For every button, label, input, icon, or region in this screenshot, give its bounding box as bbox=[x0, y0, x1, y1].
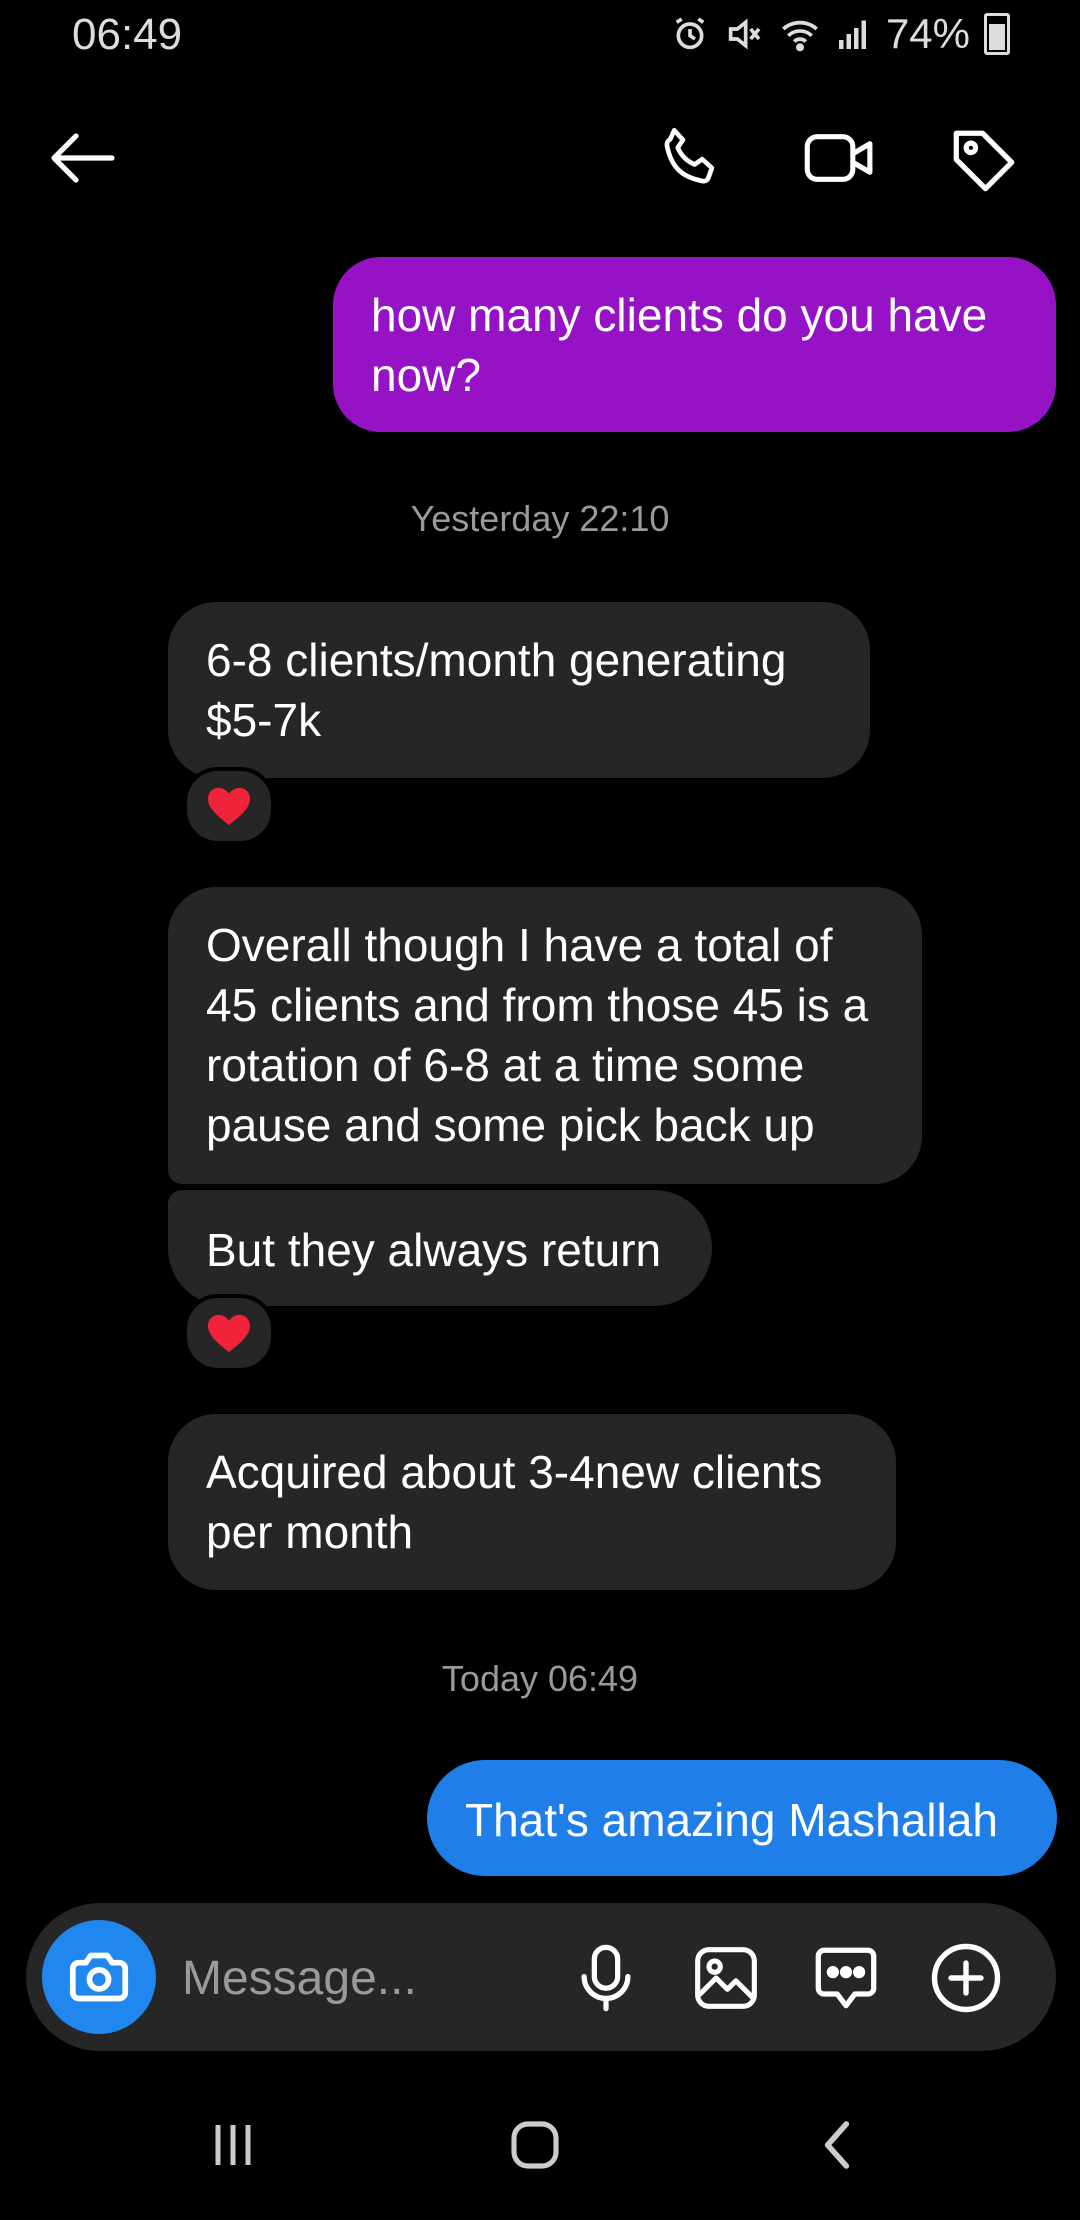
mute-icon bbox=[728, 18, 761, 50]
video-icon[interactable] bbox=[800, 118, 880, 198]
gallery-icon[interactable] bbox=[686, 1938, 766, 2018]
status-time: 06:49 bbox=[72, 10, 183, 59]
outgoing-message[interactable]: how many clients do you have now? bbox=[333, 257, 1056, 432]
recent-apps-icon[interactable] bbox=[193, 2110, 273, 2180]
incoming-message[interactable]: 6-8 clients/month generating $5-7k bbox=[168, 602, 870, 778]
sticker-icon[interactable] bbox=[806, 1938, 886, 2018]
message-input[interactable] bbox=[180, 1940, 544, 2016]
back-arrow-icon[interactable] bbox=[42, 118, 122, 198]
heart-reaction-icon[interactable] bbox=[183, 1294, 275, 1372]
tag-icon[interactable] bbox=[944, 118, 1024, 198]
back-icon[interactable] bbox=[797, 2110, 877, 2180]
signal-icon bbox=[838, 20, 866, 49]
wifi-icon bbox=[782, 20, 818, 52]
battery-icon bbox=[984, 13, 1010, 55]
alarm-icon bbox=[675, 17, 705, 50]
heart-reaction-icon[interactable] bbox=[183, 767, 275, 845]
microphone-icon[interactable] bbox=[566, 1938, 646, 2018]
incoming-message[interactable]: But they always return bbox=[168, 1190, 712, 1306]
incoming-message[interactable]: Overall though I have a total of 45 clie… bbox=[168, 887, 922, 1184]
home-icon[interactable] bbox=[495, 2110, 575, 2180]
phone-icon[interactable] bbox=[650, 118, 730, 198]
camera-icon[interactable] bbox=[42, 1920, 156, 2034]
outgoing-message[interactable]: That's amazing Mashallah bbox=[427, 1760, 1057, 1876]
timestamp-yesterday: Yesterday 22:10 bbox=[410, 498, 670, 539]
plus-icon[interactable] bbox=[926, 1938, 1006, 2018]
status-icons: 74% bbox=[670, 10, 1010, 58]
battery-percent: 74% bbox=[885, 10, 970, 57]
incoming-message[interactable]: Acquired about 3-4new clients per month bbox=[168, 1414, 896, 1590]
timestamp-today: Today 06:49 bbox=[441, 1658, 639, 1699]
